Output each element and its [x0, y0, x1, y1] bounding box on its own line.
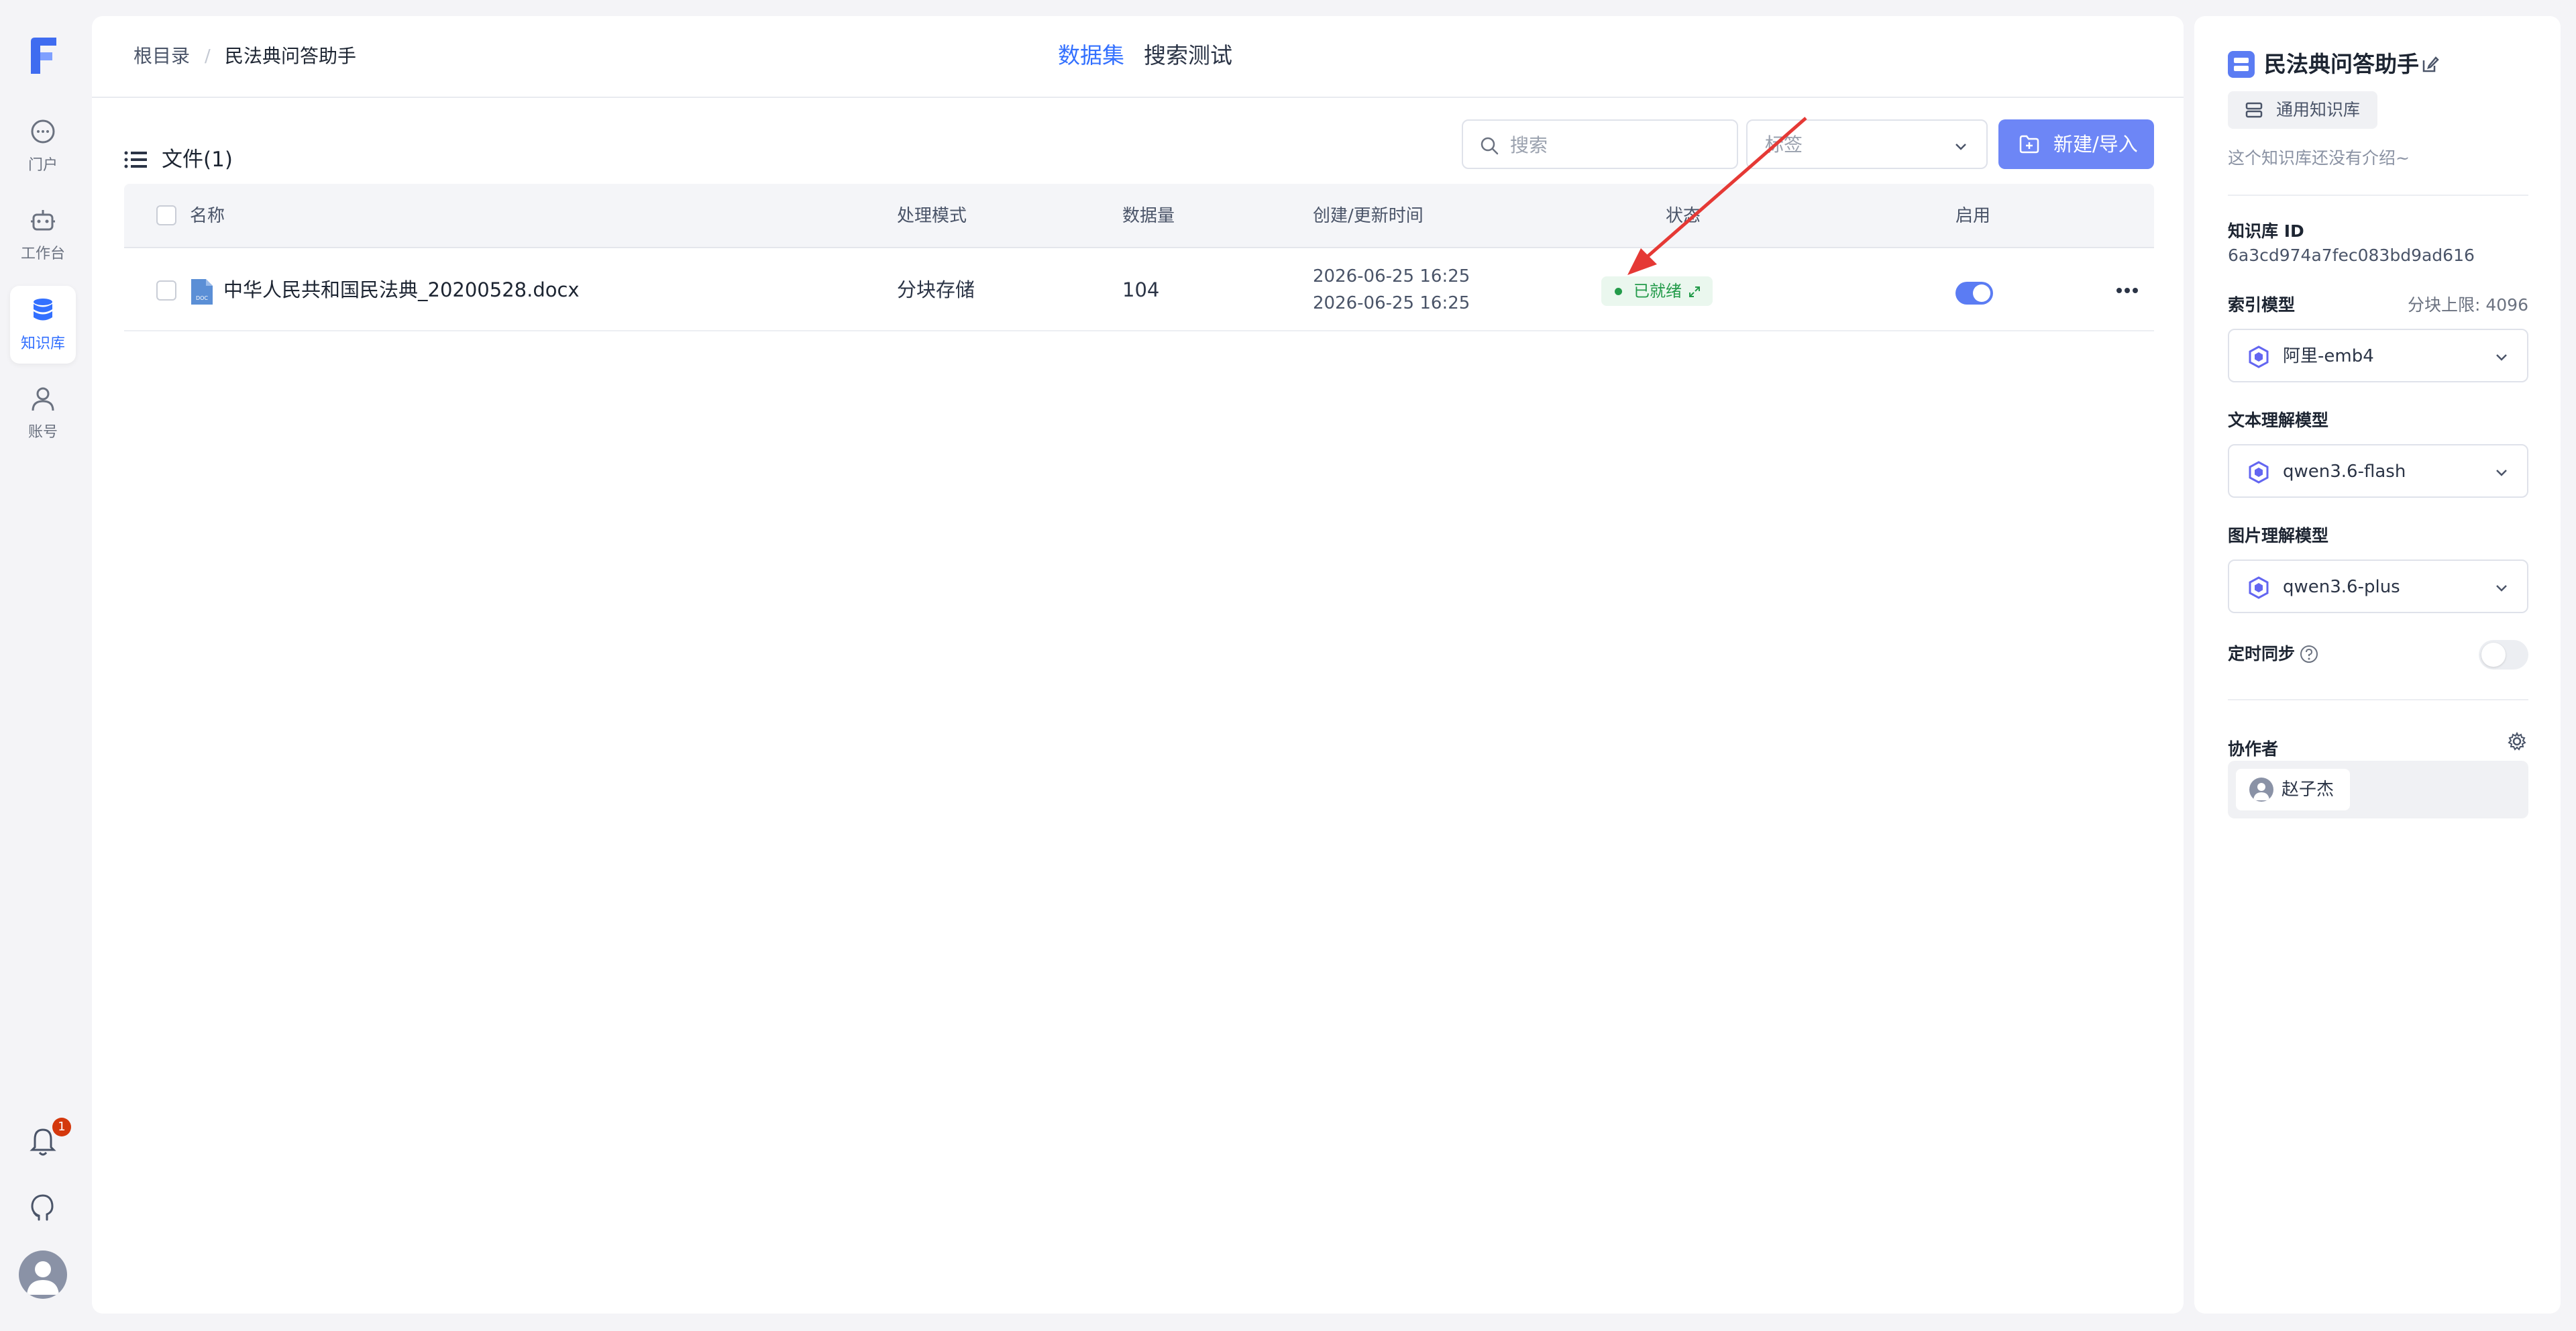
- toggle-knob: [1973, 284, 1990, 302]
- help-icon[interactable]: [2299, 644, 2319, 664]
- table-header: 名称 处理模式 数据量 创建/更新时间 状态 启用: [124, 184, 2154, 248]
- file-mode: 分块存储: [897, 278, 975, 301]
- file-name[interactable]: 中华人民共和国民法典_20200528.docx: [223, 276, 580, 303]
- tab-search-test[interactable]: 搜索测试: [1144, 42, 1232, 70]
- status-text: 已就绪: [1633, 282, 1682, 301]
- kb-id-value[interactable]: 6a3cd974a7fec083bd9ad616: [2228, 244, 2475, 267]
- table-row[interactable]: DOC 中华人民共和国民法典_20200528.docx 分块存储 104 20…: [124, 248, 2154, 331]
- new-import-button[interactable]: 新建/导入: [1998, 119, 2154, 169]
- col-status: 状态: [1666, 206, 1701, 226]
- gear-icon[interactable]: [2507, 731, 2527, 751]
- main-panel: 根目录 / 民法典问答助手 数据集 搜索测试 文件(1) 标签 新建/导入 名称: [92, 16, 2184, 1314]
- model-logo-icon: [2247, 576, 2271, 600]
- search-field[interactable]: [1462, 119, 1738, 169]
- index-model-select[interactable]: 阿里-emb4: [2228, 329, 2528, 382]
- files-title: 文件(1): [162, 148, 233, 172]
- breadcrumb-current: 民法典问答助手: [225, 45, 357, 67]
- chat-icon: [30, 118, 56, 145]
- image-model-value: qwen3.6-plus: [2283, 577, 2400, 597]
- col-count: 数据量: [1122, 206, 1175, 226]
- chevron-down-icon: [1953, 138, 1969, 154]
- folder-add-icon: [2019, 134, 2040, 154]
- chevron-down-icon: [2493, 349, 2510, 365]
- kb-id-label: 知识库 ID: [2228, 221, 2304, 241]
- row-checkbox[interactable]: [156, 280, 176, 301]
- kb-icon: [2228, 51, 2255, 78]
- top-bar: 根目录 / 民法典问答助手 数据集 搜索测试: [92, 16, 2184, 98]
- tab-dataset[interactable]: 数据集: [1058, 42, 1124, 70]
- doc-file-icon-label: DOC: [196, 295, 208, 301]
- bell-icon[interactable]: [30, 1127, 56, 1157]
- list-icon: [124, 150, 147, 169]
- col-name[interactable]: 名称: [190, 204, 225, 228]
- nav-item-workbench[interactable]: 工作台: [10, 196, 76, 274]
- col-mode: 处理模式: [897, 206, 967, 226]
- sync-toggle[interactable]: [2479, 640, 2528, 670]
- index-model-label: 索引模型: [2228, 295, 2296, 315]
- left-nav: 门户 工作台 知识库 账号 1: [0, 0, 87, 1331]
- kb-detail-panel: 民法典问答助手 通用知识库 这个知识库还没有介绍~ 知识库 ID 6a3cd97…: [2194, 16, 2561, 1314]
- divider: [2228, 699, 2528, 700]
- status-dot: [1615, 288, 1622, 295]
- sync-label: 定时同步: [2228, 644, 2296, 663]
- image-model-select[interactable]: qwen3.6-plus: [2228, 560, 2528, 613]
- collaborator-list: 赵子杰: [2228, 761, 2528, 818]
- notification-badge: 1: [52, 1118, 71, 1136]
- user-icon: [30, 385, 56, 412]
- nav-item-portal[interactable]: 门户: [10, 107, 76, 185]
- nav-item-knowledge-base[interactable]: 知识库: [10, 286, 76, 364]
- nav-item-label: 账号: [28, 424, 58, 441]
- kb-type-badge: 通用知识库: [2228, 91, 2378, 129]
- model-logo-icon: [2247, 345, 2271, 369]
- select-all-checkbox[interactable]: [156, 205, 176, 225]
- file-updated: 2026-06-25 16:25: [1313, 293, 1470, 313]
- text-model-value: qwen3.6-flash: [2283, 462, 2406, 482]
- collaborators-label: 协作者: [2228, 739, 2279, 759]
- database-icon: [30, 297, 56, 323]
- robot-icon: [30, 207, 56, 233]
- doc-file-icon: DOC: [190, 278, 214, 306]
- index-model-value: 阿里-emb4: [2283, 346, 2374, 366]
- search-input[interactable]: [1510, 129, 1725, 161]
- tag-select-placeholder: 标签: [1765, 134, 1803, 156]
- file-count: 104: [1122, 278, 1160, 301]
- avatar: [2249, 778, 2273, 802]
- more-options-icon[interactable]: [2114, 280, 2141, 301]
- enable-toggle[interactable]: [1955, 282, 1993, 305]
- model-logo-icon: [2247, 460, 2271, 484]
- nav-item-label: 门户: [28, 157, 58, 174]
- user-avatar[interactable]: [19, 1250, 67, 1299]
- nav-item-account[interactable]: 账号: [10, 374, 76, 452]
- app-logo-icon[interactable]: [27, 35, 60, 76]
- col-time: 创建/更新时间: [1313, 206, 1424, 226]
- kb-intro[interactable]: 这个知识库还没有介绍~: [2228, 146, 2410, 170]
- tag-select[interactable]: 标签: [1746, 119, 1988, 169]
- nav-item-label: 知识库: [20, 335, 65, 352]
- collaborator-name: 赵子杰: [2282, 780, 2334, 800]
- edit-icon[interactable]: [2421, 55, 2440, 74]
- image-model-label: 图片理解模型: [2228, 526, 2329, 545]
- storage-icon: [2245, 102, 2263, 118]
- collaborator-chip[interactable]: 赵子杰: [2236, 769, 2351, 810]
- new-import-label: 新建/导入: [2053, 133, 2138, 156]
- breadcrumb-separator: /: [205, 46, 211, 66]
- search-icon: [1479, 136, 1499, 156]
- file-created: 2026-06-25 16:25: [1313, 266, 1470, 286]
- toggle-knob: [2481, 643, 2506, 667]
- col-enabled: 启用: [1955, 206, 1991, 226]
- text-model-select[interactable]: qwen3.6-flash: [2228, 444, 2528, 498]
- github-icon[interactable]: [30, 1193, 56, 1222]
- status-badge: 已就绪: [1601, 276, 1713, 306]
- chunk-limit: 分块上限: 4096: [2408, 295, 2528, 315]
- divider: [2228, 195, 2528, 196]
- breadcrumb-root[interactable]: 根目录: [133, 44, 190, 68]
- chevron-down-icon: [2493, 580, 2510, 596]
- text-model-label: 文本理解模型: [2228, 411, 2329, 430]
- expand-icon: [1688, 286, 1701, 298]
- nav-item-label: 工作台: [20, 246, 65, 262]
- chevron-down-icon: [2493, 464, 2510, 480]
- kb-type-label: 通用知识库: [2276, 100, 2361, 119]
- kb-title: 民法典问答助手: [2264, 51, 2419, 77]
